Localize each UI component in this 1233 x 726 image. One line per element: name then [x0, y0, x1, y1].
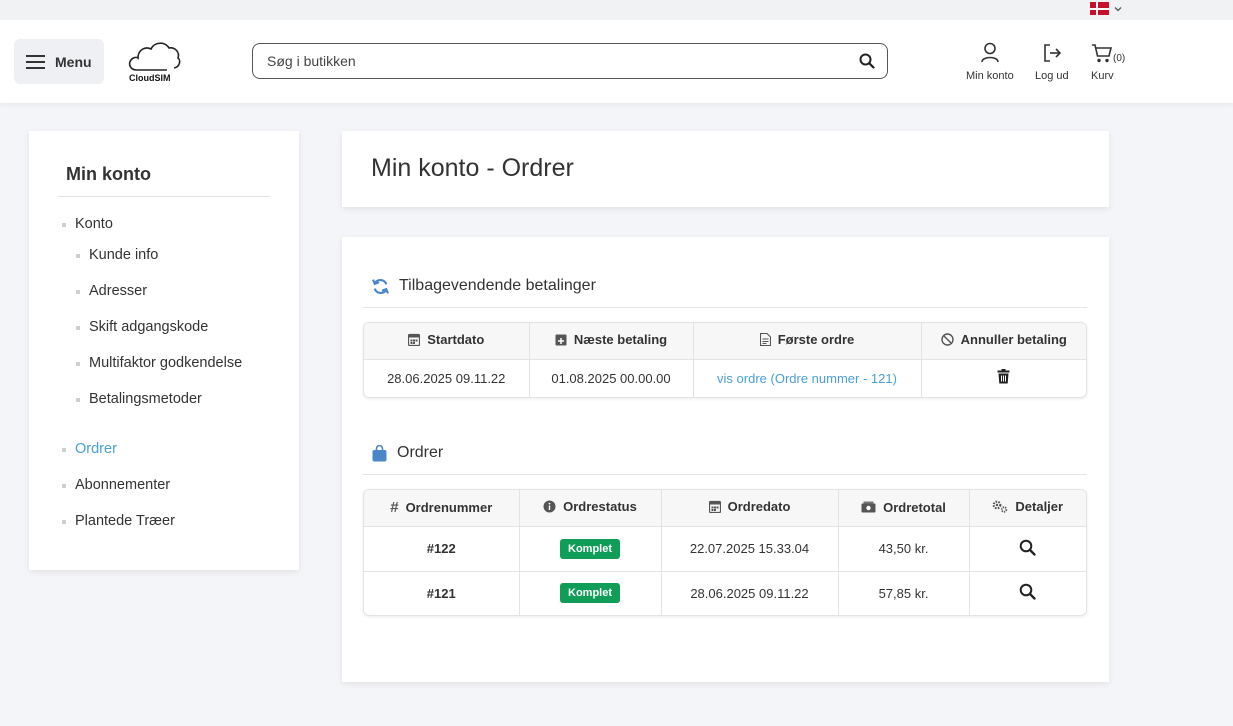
calendar-icon: [708, 501, 721, 514]
sidebar-title: Min konto: [66, 164, 151, 184]
menu-button[interactable]: Menu: [14, 39, 104, 84]
sidebar-item-multifaktor[interactable]: Multifaktor godkendelse: [75, 355, 242, 371]
trash-icon: [997, 369, 1010, 384]
orders-section-title: Ordrer: [397, 444, 444, 461]
logout-link[interactable]: Log ud: [1035, 42, 1069, 82]
col-ordretotal: Ordretotal: [838, 490, 970, 527]
table-row: #122 Komplet 22.07.2025 15.33.04 43,50 k…: [364, 526, 1086, 572]
col-ordredato: Ordredato: [661, 490, 839, 527]
cancel-payment-button[interactable]: [997, 369, 1010, 387]
cell-order-number: #122: [364, 526, 520, 572]
search-input[interactable]: [267, 44, 847, 78]
site-header: Menu CloudSIM Min konto Log ud: [0, 20, 1233, 103]
orders-divider: [363, 474, 1087, 475]
cell-order-date: 22.07.2025 15.33.04: [661, 526, 839, 572]
col-foerste-ordre: Første ordre: [693, 323, 922, 360]
info-icon: [543, 500, 556, 513]
status-badge: Komplet: [560, 583, 620, 604]
sidebar-item-plantede-traeer[interactable]: Plantede Træer: [62, 513, 175, 529]
logout-icon: [1044, 44, 1061, 62]
search-box: [252, 43, 888, 79]
order-details-button[interactable]: [1019, 539, 1036, 559]
calendar-plus-icon: [555, 334, 567, 346]
ban-icon: [940, 333, 954, 346]
shopping-bag-icon: [372, 444, 387, 461]
table-row: #121 Komplet 28.06.2025 09.11.22 57,85 k…: [364, 571, 1086, 615]
orders-card: Tilbagevendende betalinger Startdato Næs…: [342, 237, 1109, 682]
cell-order-total: 43,50 kr.: [838, 526, 970, 572]
recurring-table: Startdato Næste betaling Første ordre An…: [363, 322, 1087, 398]
col-detaljer: Detaljer: [969, 490, 1086, 527]
col-startdato: Startdato: [364, 323, 530, 360]
col-startdato-label: Startdato: [427, 332, 485, 348]
sidebar-item-konto[interactable]: Konto: [62, 216, 113, 232]
chevron-down-icon: [1114, 6, 1122, 11]
sidebar-item-adresser[interactable]: Adresser: [75, 283, 147, 299]
sidebar-item-abonnementer[interactable]: Abonnementer: [61, 477, 170, 493]
hamburger-icon: [26, 54, 45, 69]
sync-icon: [372, 278, 389, 294]
col-naeste-betaling: Næste betaling: [529, 323, 694, 360]
col-annuller-betaling: Annuller betaling: [921, 323, 1086, 360]
money-icon: [861, 501, 876, 513]
cell-order-total: 57,85 kr.: [838, 571, 970, 615]
cell-order-date: 28.06.2025 09.11.22: [661, 571, 839, 615]
user-icon: [981, 42, 999, 63]
account-link[interactable]: Min konto: [966, 42, 1014, 82]
search-icon[interactable]: [859, 53, 875, 69]
col-detaljer-label: Detaljer: [1015, 499, 1064, 515]
col-naeste-betaling-label: Næste betaling: [573, 332, 668, 348]
cart-link[interactable]: Kurv: [1091, 42, 1114, 82]
col-ordrestatus-label: Ordrestatus: [563, 499, 637, 515]
cell-order-number: #121: [364, 571, 520, 615]
view-order-link[interactable]: vis ordre (Ordre nummer - 121): [717, 371, 897, 386]
col-ordredato-label: Ordredato: [727, 499, 791, 515]
cloudsim-logo[interactable]: CloudSIM: [127, 40, 181, 84]
order-details-button[interactable]: [1019, 583, 1036, 603]
cell-naeste-betaling: 01.08.2025 00.00.00: [529, 359, 694, 397]
status-badge: Komplet: [560, 538, 620, 559]
col-foerste-ordre-label: Første ordre: [777, 332, 855, 348]
sidebar-item-ordrer[interactable]: Ordrer: [62, 441, 117, 457]
danish-flag-icon: [1090, 2, 1109, 15]
cart-icon: [1092, 44, 1113, 63]
menu-label: Menu: [55, 53, 92, 70]
page-title: Min konto - Ordrer: [371, 154, 574, 182]
sidebar-item-kunde-info[interactable]: Kunde info: [75, 247, 158, 263]
account-label: Min konto: [966, 70, 1014, 82]
recurring-section-header: Tilbagevendende betalinger: [372, 277, 596, 295]
logout-label: Log ud: [1035, 70, 1069, 82]
table-row: 28.06.2025 09.11.22 01.08.2025 00.00.00 …: [364, 359, 1086, 397]
calendar-icon: [408, 334, 421, 347]
search-icon: [1019, 539, 1036, 556]
orders-section-header: Ordrer: [372, 444, 443, 462]
col-ordrenummer: # Ordrenummer: [364, 490, 520, 527]
page-title-card: Min konto - Ordrer: [342, 131, 1109, 207]
recurring-divider: [363, 307, 1087, 308]
sidebar-divider: [58, 196, 270, 197]
top-strip: [0, 0, 1233, 20]
cloud-logo-icon: [128, 42, 181, 71]
cart-count: (0): [1113, 53, 1126, 64]
recurring-section-title: Tilbagevendende betalinger: [399, 277, 596, 294]
cart-label: Kurv: [1091, 70, 1114, 82]
orders-table: # Ordrenummer Ordrestatus Ordredato Ordr…: [363, 489, 1087, 616]
language-selector[interactable]: [1090, 2, 1123, 15]
account-sidebar: Min konto Konto Kunde info Adresser Skif…: [29, 131, 299, 570]
gears-icon: [992, 500, 1008, 513]
sidebar-item-betalingsmetoder[interactable]: Betalingsmetoder: [76, 391, 202, 407]
col-ordretotal-label: Ordretotal: [883, 499, 946, 515]
search-icon: [1019, 583, 1036, 600]
sidebar-item-skift-adgangskode[interactable]: Skift adgangskode: [75, 319, 208, 335]
cell-startdato: 28.06.2025 09.11.22: [364, 359, 530, 397]
col-ordrestatus: Ordrestatus: [519, 490, 662, 527]
logo-text: CloudSIM: [129, 73, 171, 83]
document-icon: [759, 333, 771, 347]
col-annuller-betaling-label: Annuller betaling: [960, 332, 1067, 348]
col-ordrenummer-label: Ordrenummer: [405, 500, 493, 516]
hash-icon: #: [390, 499, 399, 517]
